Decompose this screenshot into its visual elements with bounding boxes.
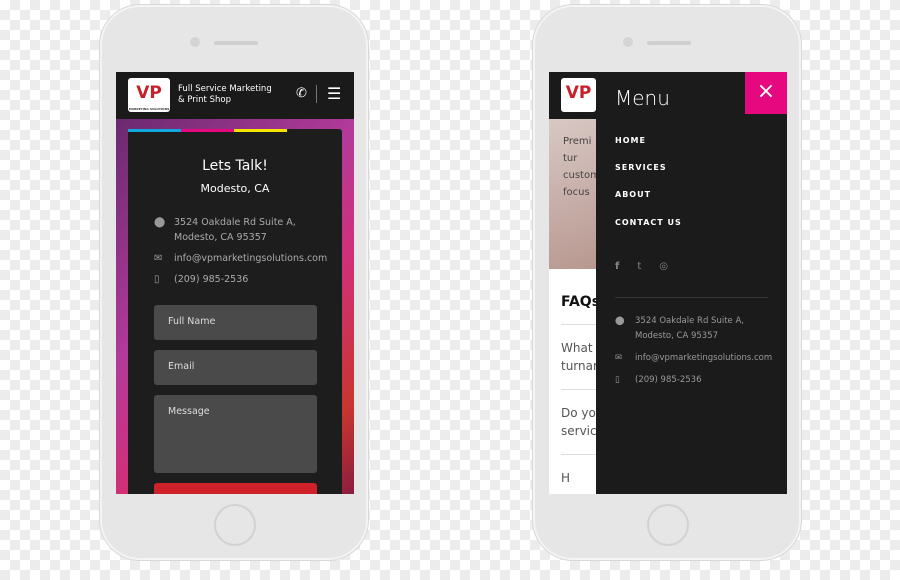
message-textarea[interactable]: Message: [154, 395, 317, 473]
envelope-icon: ✉: [154, 253, 163, 264]
logo-text: VP: [565, 83, 592, 103]
home-button: [647, 504, 689, 546]
speaker: [647, 41, 691, 45]
divider: [316, 85, 317, 103]
phone-left: VP MARKETING SOLUTIONS Full Service Marke…: [100, 5, 368, 560]
menu-title: Menu: [615, 86, 670, 110]
site-header: VP: [549, 72, 596, 119]
faq-text: H: [561, 471, 571, 485]
nav-drawer: × Menu HOME SERVICES ABOUT CONTACT US f …: [596, 72, 787, 494]
hero-image: Premi tur custom focus: [549, 119, 596, 269]
faq-text: Do yo: [561, 406, 596, 420]
logo[interactable]: VP MARKETING SOLUTIONS: [128, 78, 170, 112]
logo-sub: MARKETING SOLUTIONS: [128, 107, 170, 111]
camera: [623, 37, 633, 47]
phone-icon[interactable]: ✆: [296, 86, 307, 101]
location-pin-icon: ⬤: [615, 316, 625, 326]
phone[interactable]: ▯ (209) 985-2536: [154, 272, 342, 287]
hero-background: Lets Talk! Modesto, CA ⬤ 3524 Oakdale Rd …: [116, 119, 354, 494]
social-links: f t ◎: [615, 261, 668, 272]
email-text[interactable]: info@vpmarketingsolutions.com: [174, 251, 327, 266]
faq-item[interactable]: H: [561, 454, 596, 494]
mobile-icon: ▯: [615, 375, 620, 385]
email-text[interactable]: info@vpmarketingsolutions.com: [635, 351, 772, 366]
address-line-2: Modesto, CA 95357: [174, 232, 267, 243]
faq-text: servic: [561, 424, 596, 438]
phone-text[interactable]: (209) 985-2536: [174, 272, 248, 287]
menu-item-home[interactable]: HOME: [615, 136, 646, 145]
logo[interactable]: VP: [561, 78, 596, 112]
mobile-icon: ▯: [154, 274, 160, 285]
speaker: [214, 41, 258, 45]
location-pin-icon: ⬤: [154, 217, 166, 228]
menu-item-about[interactable]: ABOUT: [615, 190, 651, 199]
contact-card: Lets Talk! Modesto, CA ⬤ 3524 Oakdale Rd …: [128, 129, 342, 494]
close-icon[interactable]: ×: [745, 72, 787, 114]
address-line-1: 3524 Oakdale Rd Suite A,: [174, 217, 296, 228]
hero-text: custom: [563, 170, 596, 181]
page-content: Premi tur custom focus FAQs What turnar D…: [549, 119, 596, 494]
camera: [190, 37, 200, 47]
address-line-1: 3524 Oakdale Rd Suite A,: [635, 316, 744, 326]
tagline-1: Full Service Marketing: [178, 84, 272, 94]
tagline-2: & Print Shop: [178, 95, 231, 105]
address: ⬤ 3524 Oakdale Rd Suite A, Modesto, CA 953…: [615, 314, 744, 344]
envelope-icon: ✉: [615, 353, 623, 363]
email[interactable]: ✉ info@vpmarketingsolutions.com: [154, 251, 342, 266]
twitter-icon[interactable]: t: [637, 261, 641, 272]
color-bars: [128, 129, 342, 132]
phone-right: VP Premi tur custom focus FAQs What turna…: [533, 5, 801, 560]
tagline: Full Service Marketing & Print Shop: [178, 84, 272, 106]
faq-item[interactable]: Do yo servic: [561, 389, 596, 454]
screen-contact: VP MARKETING SOLUTIONS Full Service Marke…: [116, 72, 354, 494]
submit-button[interactable]: [154, 483, 317, 494]
menu-item-services[interactable]: SERVICES: [615, 163, 667, 172]
hero-text: tur: [563, 153, 578, 164]
site-header: VP MARKETING SOLUTIONS Full Service Marke…: [116, 72, 354, 119]
screen-menu: VP Premi tur custom focus FAQs What turna…: [549, 72, 787, 494]
email[interactable]: ✉ info@vpmarketingsolutions.com: [615, 351, 772, 366]
instagram-icon[interactable]: ◎: [659, 261, 668, 272]
menu-item-contact[interactable]: CONTACT US: [615, 218, 682, 227]
address-line-2: Modesto, CA 95357: [635, 331, 719, 341]
divider: [615, 297, 768, 298]
contact-city: Modesto, CA: [200, 182, 270, 195]
logo-text: VP: [136, 83, 162, 103]
home-button: [214, 504, 256, 546]
full-name-input[interactable]: Full Name: [154, 305, 317, 340]
contact-title: Lets Talk!: [202, 158, 268, 174]
faq-text: What: [561, 341, 593, 355]
phone-text[interactable]: (209) 985-2536: [635, 373, 701, 388]
hero-text: Premi: [563, 136, 592, 147]
faq-title: FAQs: [561, 294, 596, 310]
faq-item[interactable]: What turnar: [561, 324, 596, 389]
address: ⬤ 3524 Oakdale Rd Suite A, Modesto, CA 953…: [154, 215, 342, 245]
phone[interactable]: ▯ (209) 985-2536: [615, 373, 701, 388]
hero-text: focus: [563, 187, 590, 198]
email-input[interactable]: Email: [154, 350, 317, 385]
faq-text: turnar: [561, 359, 596, 373]
hamburger-menu-icon[interactable]: ☰: [327, 84, 341, 103]
facebook-icon[interactable]: f: [615, 261, 619, 272]
